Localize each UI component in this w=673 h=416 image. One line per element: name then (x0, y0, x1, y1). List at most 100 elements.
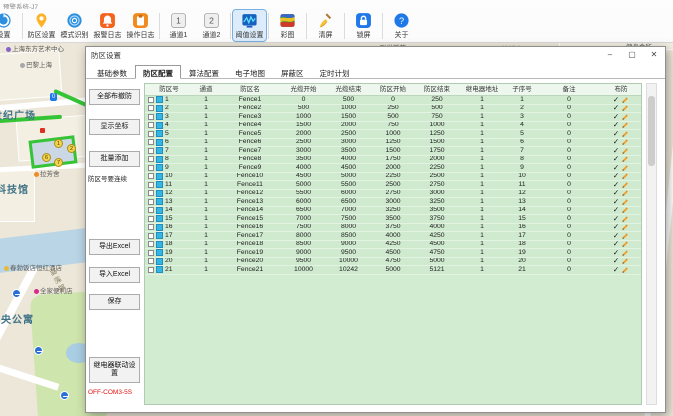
table-row[interactable]: 201Fence20950010000475050001200✓ (145, 258, 641, 267)
tab-schedule[interactable]: 定时计划 (312, 65, 358, 79)
edit-pencil-icon[interactable] (621, 122, 629, 130)
armed-check-icon[interactable]: ✓ (613, 190, 619, 198)
edit-pencil-icon[interactable] (621, 232, 629, 240)
toolbar-zone-settings[interactable]: 防区设置 (25, 10, 58, 41)
edit-pencil-icon[interactable] (621, 139, 629, 147)
row-checkbox[interactable] (148, 267, 154, 273)
tab-basic-params[interactable]: 基础参数 (89, 65, 135, 79)
route-marker-2[interactable]: 2 (67, 144, 76, 153)
table-row[interactable]: 101Fence1045005000225025001100✓ (145, 173, 641, 182)
row-checkbox[interactable] (148, 207, 154, 213)
armed-check-icon[interactable]: ✓ (613, 232, 619, 240)
table-scrollbar[interactable] (646, 83, 657, 405)
armed-check-icon[interactable]: ✓ (613, 258, 619, 266)
table-row[interactable]: 121Fence1255006000275030001120✓ (145, 190, 641, 199)
toolbar-color-map[interactable]: 彩图 (271, 10, 304, 41)
edit-pencil-icon[interactable] (621, 190, 629, 198)
tab-algorithm-config[interactable]: 算法配置 (181, 65, 227, 79)
table-row[interactable]: 91Fence94000450020002250190✓ (145, 164, 641, 173)
table-row[interactable]: 61Fence62500300012501500160✓ (145, 139, 641, 148)
row-checkbox[interactable] (148, 182, 154, 188)
row-checkbox[interactable] (148, 216, 154, 222)
edit-pencil-icon[interactable] (621, 215, 629, 223)
row-checkbox[interactable] (148, 139, 154, 145)
show-coordinates-button[interactable]: 显示坐标 (89, 119, 140, 135)
row-checkbox[interactable] (148, 258, 154, 264)
save-button[interactable]: 保存 (89, 294, 140, 310)
row-checkbox[interactable] (148, 97, 154, 103)
row-checkbox[interactable] (148, 165, 154, 171)
armed-check-icon[interactable]: ✓ (613, 266, 619, 274)
row-checkbox[interactable] (148, 173, 154, 179)
table-row[interactable]: 211Fence211000010242500051211210✓ (145, 266, 641, 275)
edit-pencil-icon[interactable] (621, 147, 629, 155)
row-checkbox[interactable] (148, 241, 154, 247)
table-row[interactable]: 21Fence25001000250500120✓ (145, 105, 641, 114)
row-checkbox[interactable] (148, 250, 154, 256)
armed-check-icon[interactable]: ✓ (613, 147, 619, 155)
row-checkbox[interactable] (148, 131, 154, 137)
edit-pencil-icon[interactable] (621, 249, 629, 257)
armed-check-icon[interactable]: ✓ (613, 113, 619, 121)
close-button[interactable]: ✕ (643, 47, 665, 63)
row-checkbox[interactable] (148, 224, 154, 230)
tab-zone-config[interactable]: 防区配置 (135, 65, 181, 79)
arm-disarm-all-button[interactable]: 全部布撤防 (89, 89, 140, 105)
armed-check-icon[interactable]: ✓ (613, 224, 619, 232)
route-marker-6[interactable]: 6 (42, 153, 51, 162)
edit-pencil-icon[interactable] (621, 181, 629, 189)
row-checkbox[interactable] (148, 199, 154, 205)
maximize-button[interactable]: ▢ (621, 47, 643, 63)
armed-check-icon[interactable]: ✓ (613, 156, 619, 164)
toolbar-channel-1[interactable]: 1通道1 (162, 10, 195, 41)
row-checkbox[interactable] (148, 122, 154, 128)
edit-pencil-icon[interactable] (621, 207, 629, 215)
edit-pencil-icon[interactable] (621, 173, 629, 181)
edit-pencil-icon[interactable] (621, 113, 629, 121)
table-row[interactable]: 31Fence310001500500750130✓ (145, 113, 641, 122)
table-row[interactable]: 111Fence1150005500250027501110✓ (145, 181, 641, 190)
toolbar-clear-screen[interactable]: 清屏 (309, 10, 342, 41)
toolbar-channel-2[interactable]: 2通道2 (195, 10, 228, 41)
relay-linkage-button[interactable]: 继电器联动设置 (89, 357, 140, 383)
export-excel-button[interactable]: 导出Excel (89, 239, 140, 255)
row-checkbox[interactable] (148, 190, 154, 196)
tab-e-map[interactable]: 电子地图 (227, 65, 273, 79)
armed-check-icon[interactable]: ✓ (613, 164, 619, 172)
table-row[interactable]: 41Fence4150020007501000140✓ (145, 122, 641, 131)
import-excel-button[interactable]: 导入Excel (89, 267, 140, 283)
route-marker-7[interactable]: 7 (54, 158, 63, 167)
edit-pencil-icon[interactable] (621, 105, 629, 113)
row-checkbox[interactable] (148, 114, 154, 120)
toolbar-settings[interactable]: 设置 (0, 10, 20, 41)
edit-pencil-icon[interactable] (621, 258, 629, 266)
route-marker-1[interactable]: 1 (54, 139, 63, 148)
table-row[interactable]: 131Fence1360006500300032501130✓ (145, 198, 641, 207)
toolbar-lock-screen[interactable]: 锁屏 (347, 10, 380, 41)
edit-pencil-icon[interactable] (621, 156, 629, 164)
armed-check-icon[interactable]: ✓ (613, 96, 619, 104)
toolbar-pattern-recognition[interactable]: 模式识别 (58, 10, 91, 41)
table-row[interactable]: 181Fence1885009000425045001180✓ (145, 241, 641, 250)
row-checkbox[interactable] (148, 105, 154, 111)
row-checkbox[interactable] (148, 148, 154, 154)
armed-check-icon[interactable]: ✓ (613, 139, 619, 147)
edit-pencil-icon[interactable] (621, 198, 629, 206)
row-checkbox[interactable] (148, 233, 154, 239)
tab-shield-zone[interactable]: 屏蔽区 (273, 65, 312, 79)
minimize-button[interactable]: – (599, 47, 621, 63)
edit-pencil-icon[interactable] (621, 224, 629, 232)
table-row[interactable]: 71Fence73000350015001750170✓ (145, 147, 641, 156)
zone-badge[interactable]: 0 (50, 93, 57, 101)
toolbar-alarm-log[interactable]: 报警日志 (91, 10, 124, 41)
edit-pencil-icon[interactable] (621, 96, 629, 104)
table-row[interactable]: 11Fence105000250110✓ (145, 96, 641, 105)
row-checkbox[interactable] (148, 156, 154, 162)
toolbar-about[interactable]: ?关于 (385, 10, 418, 41)
edit-pencil-icon[interactable] (621, 241, 629, 249)
table-row[interactable]: 51Fence52000250010001250150✓ (145, 130, 641, 139)
table-row[interactable]: 191Fence1990009500450047501190✓ (145, 249, 641, 258)
armed-check-icon[interactable]: ✓ (613, 198, 619, 206)
table-row[interactable]: 81Fence83500400017502000180✓ (145, 156, 641, 165)
armed-check-icon[interactable]: ✓ (613, 105, 619, 113)
